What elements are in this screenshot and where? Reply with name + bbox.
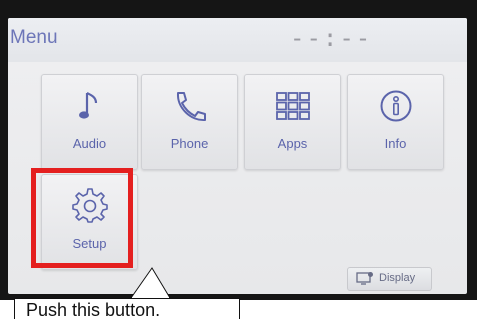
callout-pointer xyxy=(130,267,171,299)
callout-text: Push this button. xyxy=(26,300,161,320)
callout-box: Push this button. xyxy=(14,298,240,320)
